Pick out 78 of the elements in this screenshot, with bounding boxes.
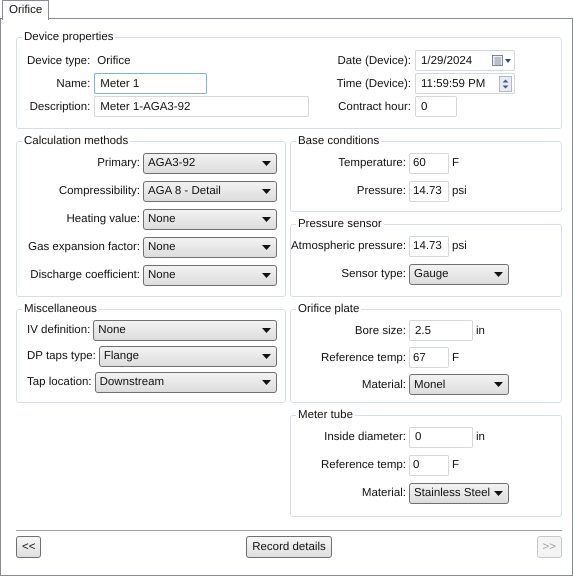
caret-icon [262,380,271,384]
group-title: Orifice plate [297,303,360,315]
field-label: Device type: [27,54,90,66]
unit-label: psi [452,185,467,197]
date-picker[interactable]: 1/29/2024 [415,50,515,71]
caret-icon [262,328,271,332]
field-label: Tap location: [27,376,92,388]
unit-label: F [452,352,460,364]
field-label: Bore size: [354,324,406,336]
field-label: Date (Device): [336,54,411,66]
unit-label: F [452,157,460,169]
input-field[interactable]: 67 [409,347,449,368]
time-field[interactable]: 11:59:59 PM [415,73,515,94]
field-label: DP taps type: [27,350,96,362]
group-title: Meter tube [297,409,354,421]
field-label: Name: [55,78,90,90]
nav-button[interactable]: Record details [246,536,332,558]
group-title: Miscellaneous [23,303,98,315]
dropdown[interactable]: Gauge [409,264,509,284]
field-label: Material: [360,487,406,499]
field-label: Discharge coefficient: [29,269,140,281]
dropdown[interactable]: None [143,208,277,230]
input-field[interactable]: 0 [409,426,473,448]
dropdown[interactable]: Stainless Steel [409,482,509,504]
field-label: Temperature: [337,157,406,169]
group-title: Pressure sensor [297,218,383,230]
dropdown[interactable]: Monel [409,374,509,395]
caret-icon [262,216,271,222]
field-label: Compressibility: [58,185,140,197]
input-field[interactable]: 14.73 [409,236,450,256]
caret-icon [262,188,271,194]
caret-icon [262,160,271,166]
field-label: Primary: [96,157,140,169]
caret-icon [262,244,271,250]
input-field[interactable]: 14.73 [409,180,449,202]
unit-label: F [452,459,460,471]
field-label: Time (Device): [336,78,411,90]
dropdown[interactable]: AGA 8 - Detail [143,180,277,202]
group-title: Base conditions [297,135,380,147]
spin-icon [499,76,512,92]
group-title: Calculation methods [23,135,130,147]
caret-icon [262,354,271,358]
nav-button[interactable]: << [16,536,42,558]
group-title: Device properties [23,31,114,43]
unit-label: in [476,431,485,443]
input-field[interactable]: 0 [415,96,457,117]
input-field[interactable]: 60 [409,152,449,174]
unit-label: in [476,324,485,336]
field-label: Material: [360,378,406,390]
dropdown[interactable]: None [93,320,277,340]
input-field[interactable]: Meter 1 [94,73,208,94]
caret-icon [494,382,503,387]
input-field[interactable]: 0 [409,454,449,476]
field-label: Heating value: [65,213,140,225]
field-label: Reference temp: [320,352,406,364]
unit-label: psi [452,240,467,252]
caret-icon [494,272,503,276]
field-label: IV definition: [27,324,90,336]
field-label: Atmospheric pressure: [291,240,406,252]
value-text: Orifice [96,54,131,66]
dropdown[interactable]: AGA3-92 [143,152,277,174]
field-label: Gas expansion factor: [27,241,140,253]
field-label: Pressure: [356,185,406,197]
caret-icon [494,490,503,496]
field-label: Sensor type: [340,268,406,280]
dropdown[interactable]: None [143,236,277,258]
input-field[interactable]: Meter 1-AGA3-92 [94,96,310,117]
caret-icon [262,272,271,278]
tab[interactable]: Orifice [2,0,50,20]
field-label: Reference temp: [320,459,406,471]
dropdown[interactable]: Flange [98,346,277,366]
field-label: Description: [28,100,90,112]
input-field[interactable]: 2.5 [409,320,473,341]
dropdown[interactable]: Downstream [94,372,277,392]
field-label: Contract hour: [337,100,411,112]
dropdown[interactable]: None [143,264,277,286]
calendar-icon [492,54,512,66]
field-label: Inside diameter: [323,431,406,443]
